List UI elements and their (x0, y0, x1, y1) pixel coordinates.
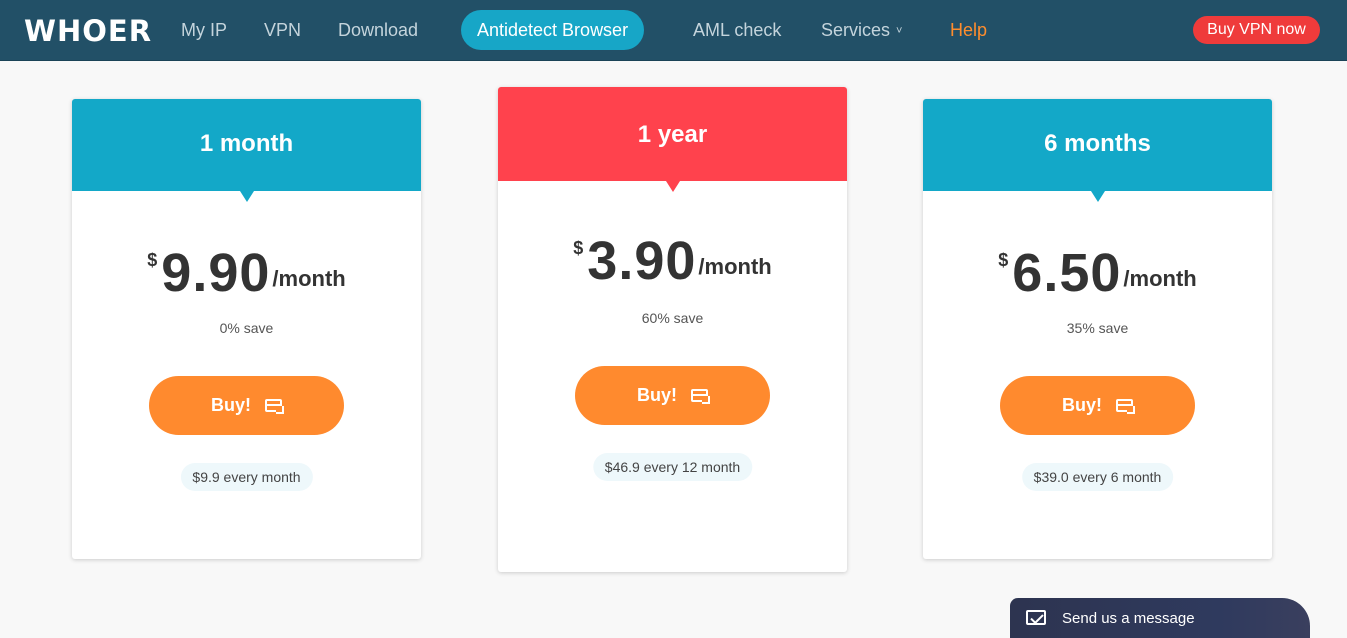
buy-button[interactable]: Buy! (575, 366, 770, 425)
price-row: $6.50/month (923, 244, 1272, 302)
price-amount: 3.90 (587, 231, 697, 291)
envelope-icon (1026, 610, 1046, 625)
currency-symbol: $ (147, 250, 158, 270)
billing-total-badge: $9.9 every month (180, 463, 313, 491)
billing-total-badge: $39.0 every 6 month (1021, 463, 1174, 491)
nav-services-label: Services (821, 20, 891, 40)
nav-download[interactable]: Download (338, 20, 418, 41)
chat-widget[interactable]: Send us a message (1010, 598, 1310, 638)
plan-card-6-months: 6 months $6.50/month 35% save Buy! $39.0… (923, 99, 1272, 559)
nav-services[interactable]: Services ˅ (821, 20, 902, 41)
billing-total-badge: $46.9 every 12 month (592, 453, 753, 481)
plan-header: 6 months (923, 99, 1272, 202)
buy-label: Buy! (1062, 395, 1102, 415)
plan-title: 1 year (637, 121, 708, 148)
plan-card-1-year: 1 year $3.90/month 60% save Buy! $46.9 e… (498, 87, 847, 572)
price-period: /month (1123, 266, 1197, 291)
plan-card-1-month: 1 month $9.90/month 0% save Buy! $9.9 ev… (72, 99, 421, 559)
price-period: /month (272, 266, 346, 291)
chevron-down-icon: ˅ (896, 25, 903, 37)
currency-symbol: $ (573, 238, 584, 258)
card-icon (265, 399, 284, 414)
top-navbar: WHOER My IP VPN Download Antidetect Brow… (0, 0, 1347, 61)
save-percent: 60% save (641, 310, 704, 326)
plan-title: 1 month (199, 130, 294, 157)
price-row: $9.90/month (72, 244, 421, 302)
price-row: $3.90/month (498, 232, 847, 290)
buy-button[interactable]: Buy! (149, 376, 344, 435)
price-amount: 9.90 (161, 243, 271, 303)
whoer-logo[interactable]: WHOER (24, 14, 152, 48)
plan-title: 6 months (1044, 130, 1151, 157)
nav-help[interactable]: Help (950, 20, 987, 41)
price-period: /month (698, 254, 772, 279)
buy-vpn-now-button[interactable]: Buy VPN now (1193, 16, 1320, 44)
plan-header: 1 year (498, 87, 847, 192)
nav-antidetect-browser[interactable]: Antidetect Browser (461, 10, 645, 50)
save-percent: 0% save (219, 320, 274, 336)
nav-my-ip[interactable]: My IP (181, 20, 227, 41)
buy-label: Buy! (637, 385, 677, 405)
nav-vpn[interactable]: VPN (264, 20, 301, 41)
buy-button[interactable]: Buy! (1000, 376, 1195, 435)
nav-aml-check[interactable]: AML check (693, 20, 781, 41)
buy-label: Buy! (211, 395, 251, 415)
card-icon (1116, 399, 1135, 414)
chat-label: Send us a message (1062, 610, 1195, 627)
save-percent: 35% save (1066, 320, 1129, 336)
currency-symbol: $ (998, 250, 1009, 270)
plan-header: 1 month (72, 99, 421, 202)
price-amount: 6.50 (1012, 243, 1122, 303)
card-icon (691, 389, 710, 404)
